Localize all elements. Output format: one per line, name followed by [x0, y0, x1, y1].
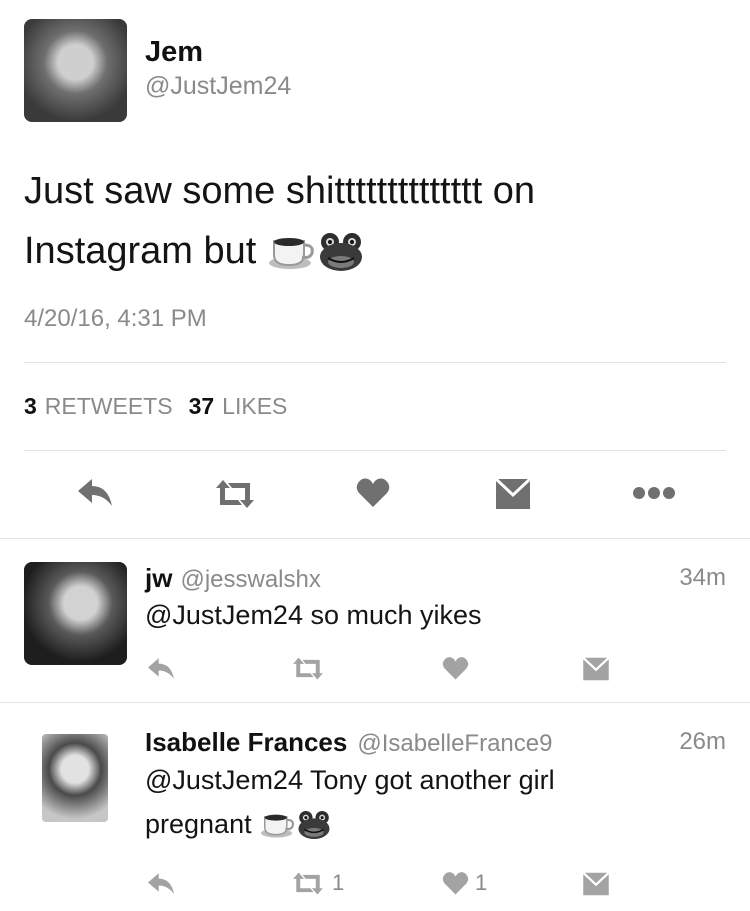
reply-time: 26m — [679, 728, 726, 755]
reply-header: Isabelle Frances @IsabelleFrance9 — [145, 727, 552, 758]
likes-label[interactable]: LIKES — [222, 393, 287, 420]
retweet-icon[interactable] — [290, 656, 326, 681]
reply-text-line-2: pregnant — [145, 809, 331, 840]
reply-header: jw @jesswalshx — [145, 563, 321, 594]
retweet-icon[interactable] — [290, 871, 326, 896]
reply-icon[interactable] — [76, 476, 114, 510]
reply-text: @JustJem24 so much yikes — [145, 600, 482, 630]
reply-retweet-action[interactable]: 1 — [290, 870, 344, 896]
retweet-icon[interactable] — [212, 478, 258, 510]
heart-icon[interactable] — [442, 656, 469, 681]
reply-avatar[interactable] — [24, 562, 127, 665]
retweets-count[interactable]: 3 — [24, 393, 37, 420]
message-icon[interactable] — [582, 657, 610, 681]
reply-time: 34m — [679, 564, 726, 591]
frog-emoji — [297, 810, 331, 840]
reply-text-line-2-label: pregnant — [145, 809, 252, 839]
divider — [24, 362, 726, 363]
reply-icon[interactable] — [146, 656, 176, 682]
divider — [0, 538, 750, 539]
like-count: 1 — [475, 870, 488, 895]
message-icon[interactable] — [582, 872, 610, 896]
tweet-text-line-1: Just saw some shitttttttttttttt on — [24, 170, 536, 212]
divider — [24, 450, 726, 451]
reply-author-handle[interactable]: @IsabelleFrance9 — [357, 730, 552, 758]
reply-author-handle[interactable]: @jesswalshx — [180, 566, 320, 594]
likes-count[interactable]: 37 — [189, 393, 215, 420]
reply-avatar[interactable] — [42, 734, 108, 822]
reply-author-name[interactable]: Isabelle Frances — [145, 727, 347, 758]
tweet-timestamp[interactable]: 4/20/16, 4:31 PM — [24, 305, 207, 333]
author-name[interactable]: Jem — [145, 36, 203, 69]
coffee-emoji — [268, 233, 316, 271]
reply-like-action[interactable]: 1 — [442, 870, 487, 896]
reply-text-line-1: @JustJem24 Tony got another girl — [145, 765, 555, 795]
retweet-count: 1 — [332, 870, 345, 895]
frog-emoji — [318, 232, 364, 272]
reply-icon[interactable] — [146, 871, 176, 897]
tweet-text-line-2: Instagram but — [24, 230, 364, 273]
divider — [0, 702, 750, 703]
retweets-label[interactable]: RETWEETS — [45, 393, 173, 420]
reply-author-name[interactable]: jw — [145, 563, 172, 594]
message-icon[interactable] — [495, 478, 531, 510]
tweet-stats: 3 RETWEETS 37 LIKES — [24, 393, 287, 420]
heart-icon[interactable] — [442, 871, 469, 896]
more-icon[interactable] — [632, 486, 676, 500]
author-avatar[interactable] — [24, 19, 127, 122]
coffee-emoji — [260, 811, 296, 839]
tweet-text-line-2-label: Instagram but — [24, 230, 257, 272]
author-handle[interactable]: @JustJem24 — [145, 72, 291, 101]
heart-icon[interactable] — [356, 477, 390, 509]
